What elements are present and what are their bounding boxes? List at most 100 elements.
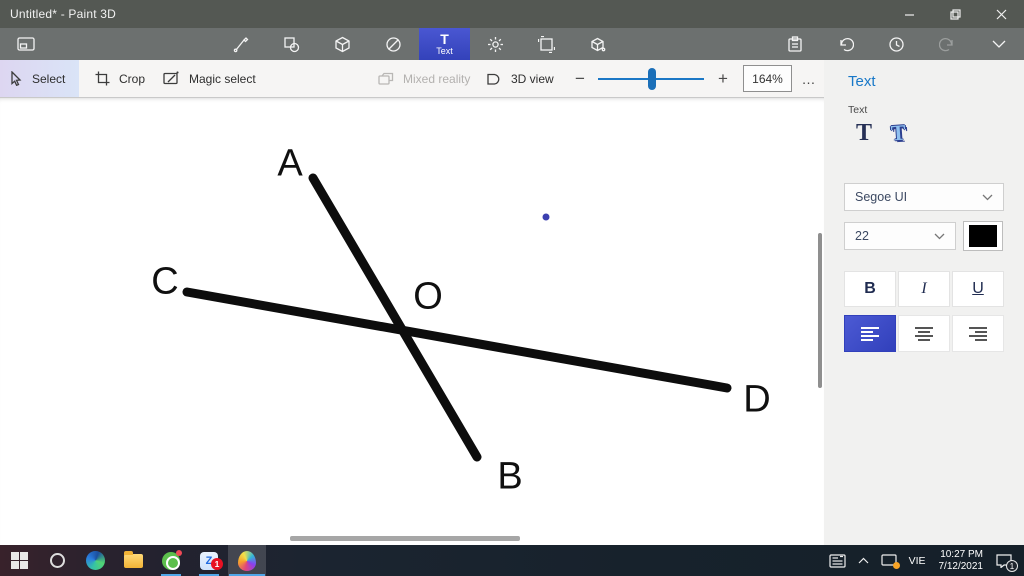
zoom-in-button[interactable]: + [711, 60, 735, 97]
file-explorer-icon [123, 550, 143, 568]
chevron-down-icon [934, 233, 945, 239]
italic-button[interactable]: I [898, 271, 950, 307]
text-2d-icon: T [855, 119, 872, 146]
mixed-reality-button: Mixed reality [368, 60, 480, 97]
font-size-value: 22 [855, 229, 869, 243]
zoom-out-button[interactable]: − [568, 60, 592, 97]
start-button[interactable] [0, 545, 38, 576]
action-center-button[interactable]: 1 [990, 545, 1018, 576]
show-hidden-icons-button[interactable] [852, 545, 875, 576]
panel-section-label: Text [848, 104, 868, 116]
taskbar-edge-button[interactable] [76, 545, 114, 576]
canvas-tool-button[interactable] [521, 28, 572, 60]
view-3d-label: 3D view [511, 71, 554, 86]
status-dot [892, 562, 900, 569]
align-center-button[interactable] [898, 315, 950, 352]
language-indicator[interactable]: VIE [903, 545, 932, 576]
font-size-select[interactable]: 22 [844, 222, 956, 250]
chevron-down-icon [982, 194, 993, 200]
main-toolbar: T Text [0, 28, 1024, 60]
select-label: Select [32, 71, 66, 86]
text-tool-label: Text [436, 45, 453, 56]
mixed-reality-icon [378, 72, 394, 85]
notification-dot [176, 549, 182, 556]
text-tool-button[interactable]: T Text [419, 28, 470, 60]
taskbar-paint3d-button[interactable] [228, 545, 266, 576]
figure-line-CD [182, 287, 732, 393]
paste-button[interactable] [769, 28, 820, 60]
zoom-slider[interactable] [598, 60, 704, 97]
taskbar-green-app-button[interactable] [152, 545, 190, 576]
magic-select-icon [163, 71, 179, 85]
zoom-slider-thumb[interactable] [648, 68, 656, 90]
shapes-3d-tool-button[interactable] [317, 28, 368, 60]
library-3d-tool-button[interactable] [572, 28, 623, 60]
more-options-button[interactable]: … [796, 60, 822, 97]
display-tray-button[interactable] [875, 545, 903, 576]
drawing-canvas[interactable]: ABCDO [0, 97, 824, 545]
windows-logo-icon [10, 552, 28, 569]
toolbar-expand-button[interactable] [973, 28, 1024, 60]
text-2d-button[interactable]: T [848, 117, 880, 149]
paste-icon [787, 35, 802, 52]
font-family-value: Segoe UI [855, 190, 908, 204]
underline-button[interactable]: U [952, 271, 1004, 307]
taskbar: Z1 VIE 10:27 PM 7/12/2021 1 [0, 545, 1024, 576]
text-side-panel: Text Text T T Segoe UI 22 B I U [824, 60, 1024, 545]
brush-tool-button[interactable] [215, 28, 266, 60]
effects-icon [488, 36, 503, 52]
news-icon [828, 553, 846, 568]
text-color-button[interactable] [963, 221, 1003, 251]
zoom-level-field[interactable]: 164% [743, 65, 792, 92]
effects-tool-button[interactable] [470, 28, 521, 60]
select-button[interactable]: Select [0, 60, 79, 97]
taskbar-explorer-button[interactable] [114, 545, 152, 576]
panel-title: Text [848, 73, 876, 90]
menu-button[interactable] [15, 33, 37, 55]
undo-icon [840, 37, 854, 51]
paint3d-window: Untitled* - Paint 3D T Text Select Crop … [0, 0, 1024, 576]
close-button[interactable] [978, 0, 1024, 28]
vertical-scrollbar[interactable] [818, 233, 822, 388]
window-title: Untitled* - Paint 3D [10, 7, 117, 21]
shapes-2d-tool-button[interactable] [266, 28, 317, 60]
stickers-tool-button[interactable] [368, 28, 419, 60]
text-3d-button[interactable]: T [882, 117, 914, 149]
shapes-3d-icon [335, 36, 350, 52]
text-color-swatch [969, 225, 997, 247]
horizontal-scrollbar[interactable] [290, 536, 520, 541]
notification-badge: 1 [1006, 560, 1018, 572]
chat-badge: 1 [211, 557, 223, 570]
history-icon [889, 36, 904, 52]
cortana-button[interactable] [38, 545, 76, 576]
redo-icon [939, 37, 953, 51]
close-icon [996, 9, 1006, 19]
magic-select-button[interactable]: Magic select [153, 60, 266, 97]
view-3d-button[interactable]: 3D view [476, 60, 564, 97]
sticker-icon [386, 36, 401, 52]
history-button[interactable] [871, 28, 922, 60]
select-cursor-icon [11, 71, 22, 86]
edge-icon [85, 551, 105, 570]
align-right-button[interactable] [952, 315, 1004, 352]
brush-icon [233, 36, 249, 52]
align-right-icon [969, 326, 987, 341]
taskbar-chat-app-button[interactable]: Z1 [190, 545, 228, 576]
bold-button[interactable]: B [844, 271, 896, 307]
news-widget-button[interactable] [823, 545, 852, 576]
chevron-up-icon [858, 557, 868, 564]
restore-button[interactable] [932, 0, 978, 28]
titlebar: Untitled* - Paint 3D [0, 0, 1024, 28]
crop-button[interactable]: Crop [85, 60, 155, 97]
clock[interactable]: 10:27 PM 7/12/2021 [932, 549, 991, 573]
undo-button[interactable] [820, 28, 871, 60]
chevron-down-icon [992, 40, 1005, 48]
align-left-icon [861, 326, 879, 341]
canvas-icon [538, 35, 555, 53]
minimize-button[interactable] [886, 0, 932, 28]
font-family-select[interactable]: Segoe UI [844, 183, 1004, 211]
date: 7/12/2021 [938, 560, 984, 572]
align-left-button[interactable] [844, 315, 896, 352]
minimize-icon [904, 13, 914, 16]
text-3d-icon: T [889, 119, 907, 146]
